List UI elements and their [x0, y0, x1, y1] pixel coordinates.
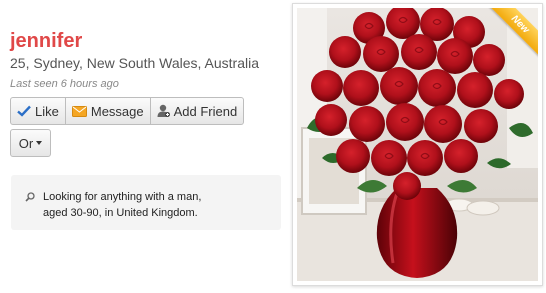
search-icon — [25, 191, 35, 207]
last-seen: Last seen 6 hours ago — [10, 78, 119, 90]
chevron-down-icon — [36, 141, 43, 145]
profile-location: 25, Sydney, New South Wales, Australia — [10, 55, 260, 71]
or-label: Or — [18, 135, 34, 151]
looking-for-line-1: Looking for anything with a man, — [43, 191, 202, 203]
profile-info: jennifer 25, Sydney, New South Wales, Au… — [10, 30, 285, 91]
roses-in-vase-image — [297, 8, 538, 281]
looking-for-panel: Looking for anything with a man, aged 30… — [11, 175, 281, 230]
message-button[interactable]: Message — [65, 97, 151, 125]
message-label: Message — [90, 103, 144, 119]
profile-name[interactable]: jennifer — [10, 30, 285, 52]
add-friend-label: Add Friend — [173, 103, 238, 119]
profile-photo-frame[interactable]: New — [292, 3, 543, 286]
like-label: Like — [35, 103, 59, 119]
add-user-icon — [157, 104, 170, 118]
envelope-icon — [71, 105, 87, 117]
profile-photo: New — [297, 8, 538, 281]
add-friend-button[interactable]: Add Friend — [150, 97, 245, 125]
like-button[interactable]: Like — [10, 97, 66, 125]
looking-for-line-2: aged 30-90, in United Kingdom. — [43, 207, 198, 219]
action-buttons: Like Message Add Friend — [10, 97, 245, 125]
or-dropdown-button[interactable]: Or — [10, 129, 51, 157]
check-icon — [17, 105, 31, 117]
